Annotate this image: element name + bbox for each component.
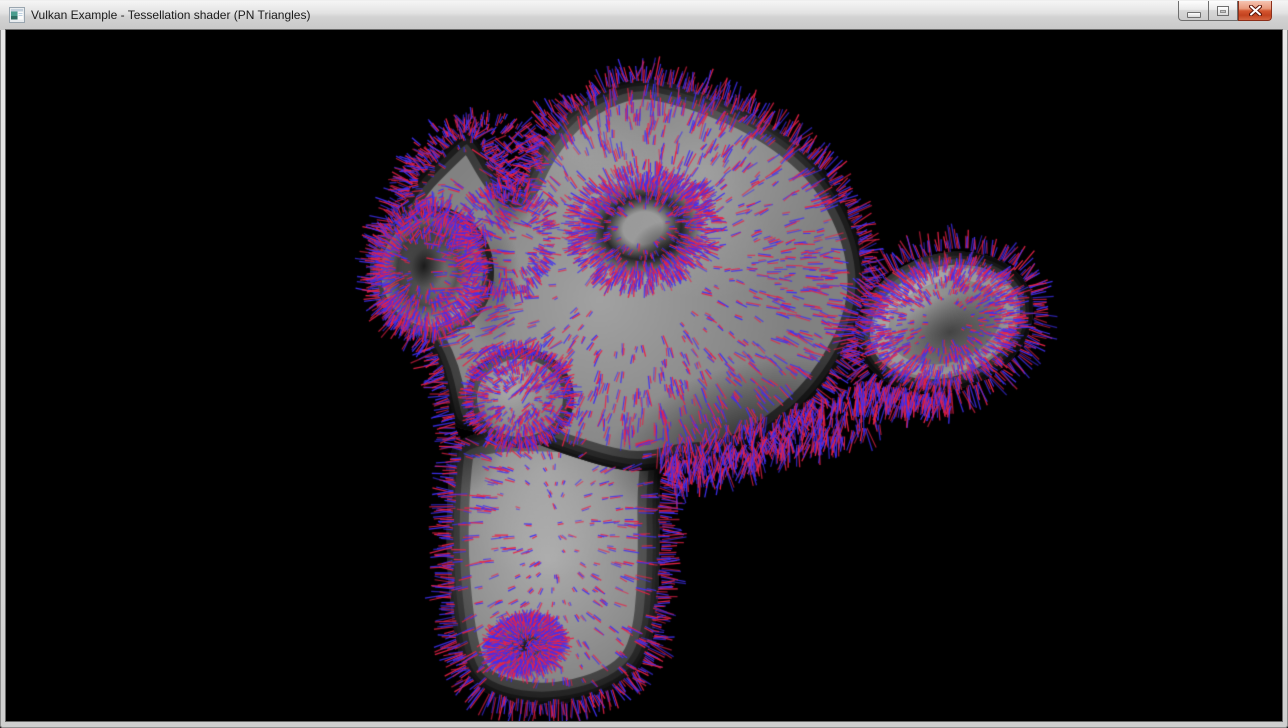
app-icon[interactable] (9, 7, 25, 23)
app-window: Vulkan Example - Tessellation shader (PN… (0, 0, 1288, 728)
minimize-button[interactable] (1178, 1, 1208, 21)
render-canvas[interactable] (6, 30, 1282, 721)
titlebar[interactable]: Vulkan Example - Tessellation shader (PN… (0, 0, 1288, 30)
maximize-icon (1217, 6, 1229, 16)
render-viewport (6, 30, 1282, 721)
window-title: Vulkan Example - Tessellation shader (PN… (31, 8, 310, 22)
close-button[interactable] (1238, 1, 1272, 21)
window-controls (1178, 1, 1272, 21)
minimize-icon (1187, 12, 1201, 18)
close-icon (1249, 5, 1262, 16)
maximize-button[interactable] (1208, 1, 1238, 21)
